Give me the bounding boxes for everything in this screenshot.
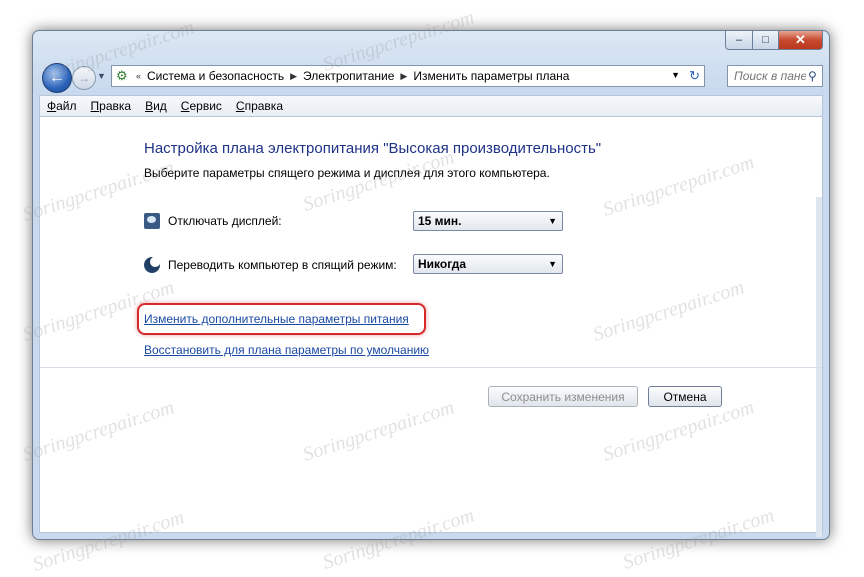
page-title: Настройка плана электропитания "Высокая … (144, 140, 602, 157)
search-input[interactable] (728, 68, 808, 84)
sleep-icon (144, 257, 160, 273)
minimize-button[interactable]: – (725, 31, 753, 50)
advanced-power-settings-link[interactable]: Изменить дополнительные параметры питани… (144, 312, 409, 326)
explorer-window: – □ ✕ ← → ▼ ⚙ « Система и безопасность ▶… (32, 30, 830, 540)
search-box[interactable]: ⚲ (727, 65, 823, 87)
display-timeout-select[interactable]: 15 мин. ▼ (413, 211, 563, 231)
breadcrumb-prefix[interactable]: « (134, 71, 143, 81)
display-timeout-value: 15 мин. (418, 214, 462, 228)
sleep-setting-row: Переводить компьютер в спящий режим: (144, 257, 397, 273)
display-label: Отключать дисплей: (168, 214, 282, 228)
menu-file[interactable]: Файл (40, 99, 84, 113)
caption-buttons: – □ ✕ (725, 31, 823, 50)
display-setting-row: Отключать дисплей: (144, 213, 282, 229)
close-button[interactable]: ✕ (779, 31, 823, 50)
breadcrumb-edit-plan[interactable]: Изменить параметры плана (409, 69, 573, 83)
breadcrumb-system-security[interactable]: Система и безопасность (143, 69, 288, 83)
refresh-icon[interactable]: ↻ (689, 68, 700, 84)
search-icon[interactable]: ⚲ (808, 69, 817, 83)
divider (40, 367, 822, 368)
address-bar[interactable]: ⚙ « Система и безопасность ▶ Электропита… (111, 65, 705, 87)
menu-tools[interactable]: Сервис (174, 99, 229, 113)
page-subtitle: Выберите параметры спящего режима и дисп… (144, 166, 550, 180)
sleep-timeout-select[interactable]: Никогда ▼ (413, 254, 563, 274)
sleep-timeout-value: Никогда (418, 257, 467, 271)
back-button[interactable]: ← (42, 63, 72, 93)
maximize-button[interactable]: □ (753, 31, 779, 50)
control-panel-icon: ⚙ (116, 68, 128, 83)
forward-button[interactable]: → (72, 66, 96, 90)
navigation-bar: ← → ▼ ⚙ « Система и безопасность ▶ Элект… (39, 63, 823, 93)
chevron-down-icon: ▼ (548, 259, 557, 269)
menu-edit[interactable]: Правка (84, 99, 139, 113)
cancel-button[interactable]: Отмена (648, 386, 722, 407)
chevron-down-icon: ▼ (548, 216, 557, 226)
save-changes-button[interactable]: Сохранить изменения (488, 386, 638, 407)
breadcrumb-separator-icon[interactable]: ▶ (288, 71, 299, 82)
recent-pages-dropdown[interactable]: ▼ (97, 71, 106, 81)
restore-defaults-link[interactable]: Восстановить для плана параметры по умол… (144, 343, 429, 357)
menu-help[interactable]: Справка (229, 99, 290, 113)
display-icon (144, 213, 160, 229)
menu-view[interactable]: Вид (138, 99, 174, 113)
address-dropdown-icon[interactable]: ▼ (671, 70, 680, 80)
content-pane: Настройка плана электропитания "Высокая … (39, 117, 823, 537)
breadcrumb-power-options[interactable]: Электропитание (299, 69, 398, 83)
breadcrumb-separator-icon[interactable]: ▶ (398, 71, 409, 82)
menu-bar: Файл Правка Вид Сервис Справка (39, 95, 823, 117)
sleep-label: Переводить компьютер в спящий режим: (168, 258, 397, 272)
